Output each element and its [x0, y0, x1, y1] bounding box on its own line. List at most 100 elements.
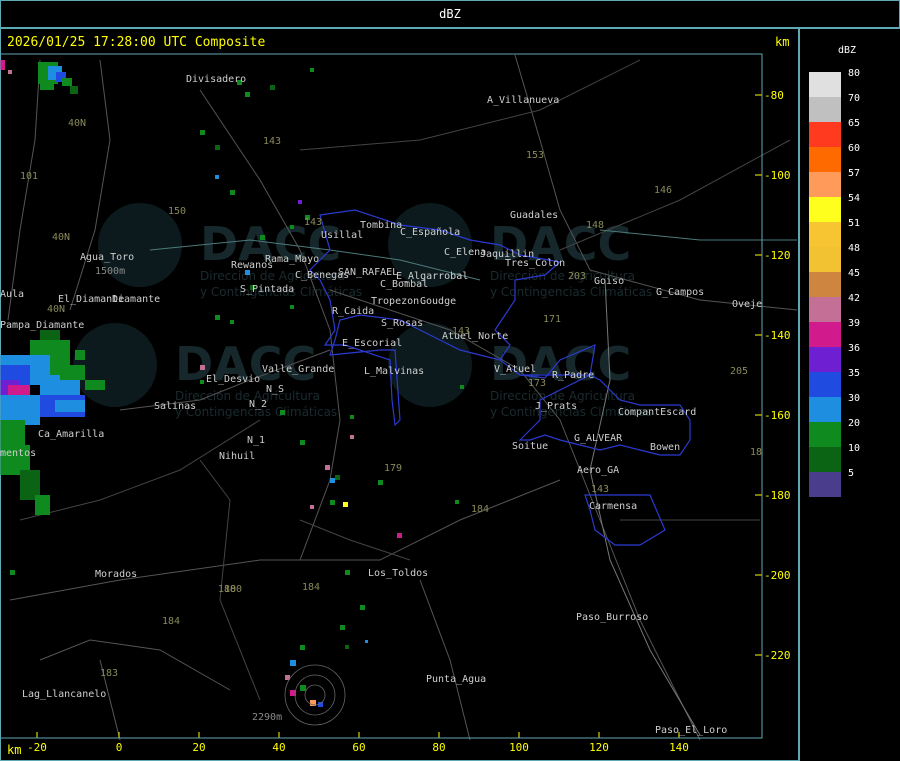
radar-echo: [40, 80, 54, 90]
radar-echo: [200, 380, 204, 384]
radar-echo: [230, 190, 235, 195]
place-label: CompantEscard: [618, 407, 696, 418]
place-label: G_ALVEAR: [574, 433, 623, 444]
radar-map[interactable]: DACCDirección de Agriculturay Contingenc…: [0, 0, 797, 759]
legend-swatch: [809, 422, 841, 447]
legend-swatch: [809, 222, 841, 247]
legend-swatch: [809, 322, 841, 347]
place-label: Usillal: [321, 230, 363, 241]
place-label: L_Malvinas: [364, 366, 424, 377]
radar-echo: [290, 660, 296, 666]
radar-echo: [245, 92, 250, 97]
place-label: Goiso: [594, 276, 624, 287]
radar-echo: [310, 505, 314, 509]
place-label: C_Española: [400, 227, 460, 238]
place-label: Paso_El_Loro: [655, 725, 727, 736]
radar-echo: [75, 350, 85, 360]
legend-swatch: [809, 272, 841, 297]
place-label: S_Pintada: [240, 284, 294, 295]
radar-echo: [350, 415, 354, 419]
route-number: 180: [224, 584, 242, 595]
radar-echo: [62, 78, 72, 86]
route-number: 205: [730, 366, 748, 377]
route-number: 173: [528, 378, 546, 389]
legend-label: 60: [848, 143, 861, 154]
place-label: R_Caida: [332, 306, 374, 317]
route-number: 148: [586, 220, 604, 231]
place-label: Aula: [0, 289, 24, 300]
place-label: Valle_Grande: [262, 364, 334, 375]
radar-echo: [397, 533, 402, 538]
y-axis-unit: km: [775, 35, 790, 49]
legend-swatch: [809, 122, 841, 147]
map-timestamp: 2026/01/25 17:28:00 UTC Composite: [7, 35, 266, 50]
radar-echo: [343, 502, 348, 507]
y-tick-label: -160: [764, 409, 791, 422]
radar-echo: [200, 365, 205, 370]
radar-echo: [455, 500, 459, 504]
radar-echo: [300, 440, 305, 445]
radar-echo: [325, 465, 330, 470]
x-tick-label: 120: [589, 741, 609, 754]
radar-echo: [260, 235, 265, 240]
place-label: SAN_RAFAEL: [338, 267, 398, 278]
route-number: 143: [452, 326, 470, 337]
legend-swatch: [809, 347, 841, 372]
radar-echo: [345, 645, 349, 649]
legend-label: 42: [848, 293, 861, 304]
radar-echo: [0, 60, 5, 70]
radar-echo: [40, 330, 60, 340]
radar-echo: [35, 495, 50, 515]
radar-echo: [298, 200, 302, 204]
radar-echo: [365, 640, 368, 643]
legend-swatch: [809, 472, 841, 497]
route-number: 143: [263, 136, 281, 147]
route-number: 18: [750, 447, 762, 458]
place-label: Goudge: [420, 296, 456, 307]
radar-echo: [60, 365, 85, 380]
route-number: 184: [302, 582, 320, 593]
x-tick-label: 140: [669, 741, 689, 754]
place-label: Punta_Agua: [426, 674, 486, 685]
y-tick-label: -120: [764, 249, 791, 262]
y-tick-label: -100: [764, 169, 791, 182]
x-tick-label: 40: [272, 741, 285, 754]
route-number: 183: [100, 668, 118, 679]
place-label: Nihuil: [219, 451, 255, 462]
legend-label: 65: [848, 118, 861, 129]
place-label: Aero_GA: [577, 465, 619, 476]
legend-label: 57: [848, 168, 861, 179]
place-label: El_Desvio: [206, 374, 260, 385]
route-number: 184: [162, 616, 180, 627]
x-tick-label: 100: [509, 741, 529, 754]
place-label: R_Padre: [552, 370, 594, 381]
radar-echo: [0, 420, 25, 445]
radar-echo: [340, 625, 345, 630]
x-tick-label: 80: [432, 741, 445, 754]
radar-echo: [300, 685, 306, 691]
legend-label: 10: [848, 443, 861, 454]
radar-echo: [200, 130, 205, 135]
x-tick-label: 20: [192, 741, 205, 754]
radar-echo: [70, 86, 78, 94]
legend-label: 45: [848, 268, 861, 279]
radar-echo: [230, 320, 234, 324]
place-label: mentos: [0, 448, 36, 459]
dbz-legend: 80 70 65 60 57 54 51 48 45 42 39 36 35 30 20 10 5: [809, 68, 860, 497]
radar-echo: [460, 385, 464, 389]
place-label: Carmensa: [589, 501, 637, 512]
y-tick-label: -80: [764, 89, 784, 102]
place-label: Pampa_Diamante: [0, 320, 84, 331]
legend-swatch: [809, 97, 841, 122]
legend-label: 51: [848, 218, 861, 229]
elevation-label: 2290m: [252, 712, 282, 723]
place-label: Tropezon: [371, 296, 419, 307]
legend-swatch: [809, 397, 841, 422]
radar-echo: [215, 175, 219, 179]
y-tick-label: -180: [764, 489, 791, 502]
radar-echo: [345, 570, 350, 575]
radar-echo: [310, 68, 314, 72]
place-label: A_Villanueva: [487, 95, 559, 106]
route-number: 40N: [47, 304, 65, 315]
elevation-contour: [294, 674, 336, 716]
